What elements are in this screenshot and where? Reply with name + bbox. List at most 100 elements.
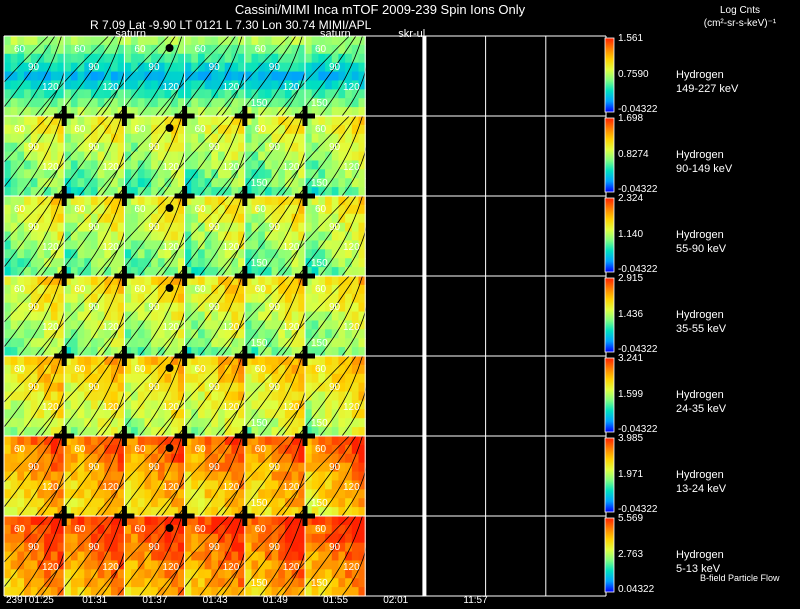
heatmap-pixel <box>331 498 340 508</box>
heatmap-pixel <box>305 53 313 64</box>
contour-label: 60 <box>14 444 26 455</box>
heatmap-pixel <box>24 196 32 206</box>
contour-label: 150 <box>250 578 268 589</box>
heatmap-pixel <box>131 71 139 82</box>
heatmap-pixel <box>104 356 112 366</box>
heatmap-pixel <box>197 293 206 304</box>
heatmap-pixel <box>10 240 18 250</box>
heatmap-pixel <box>244 560 253 570</box>
heatmap-pixel <box>4 124 12 135</box>
heatmap-pixel <box>104 36 112 46</box>
heatmap-pixel <box>224 293 233 304</box>
heatmap-pixel <box>44 516 52 526</box>
heatmap-pixel <box>284 116 293 126</box>
contour-label: 90 <box>148 222 160 233</box>
heatmap-pixel <box>351 107 360 117</box>
heatmap-pixel <box>258 373 266 384</box>
heatmap-pixel <box>191 391 199 402</box>
heatmap-pixel <box>184 44 192 55</box>
heatmap-pixel <box>4 53 12 64</box>
heatmap-pixel <box>258 471 266 482</box>
heatmap-pixel <box>231 382 239 393</box>
heatmap-pixel <box>84 98 92 108</box>
heatmap-pixel <box>30 240 39 250</box>
heatmap-pixel <box>104 196 112 206</box>
heatmap-pixel <box>331 258 340 268</box>
heatmap-pixel <box>24 480 32 490</box>
heatmap-pixel <box>10 551 18 562</box>
heatmap-pixel <box>144 498 152 508</box>
heatmap-pixel <box>64 160 72 170</box>
heatmap-pixel <box>305 533 313 544</box>
heatmap-pixel <box>305 231 313 242</box>
heatmap-pixel <box>70 400 79 410</box>
heatmap-pixel <box>70 338 79 348</box>
heatmap-pixel <box>325 444 333 455</box>
heatmap-pixel <box>4 89 12 99</box>
heatmap-pixel <box>17 249 25 259</box>
heatmap-pixel <box>90 356 99 366</box>
heatmap-pixel <box>197 231 206 242</box>
heatmap-pixel <box>124 80 132 90</box>
heatmap-pixel <box>338 507 346 517</box>
heatmap-pixel <box>131 480 139 490</box>
heatmap-pixel <box>70 178 79 188</box>
heatmap-pixel <box>197 338 206 348</box>
heatmap-pixel <box>124 471 132 482</box>
heatmap-pixel <box>70 480 79 490</box>
heatmap-pixel <box>24 258 32 268</box>
heatmap-pixel <box>338 338 346 348</box>
heatmap-pixel <box>90 427 99 437</box>
heatmap-pixel <box>124 133 132 144</box>
heatmap-pixel <box>331 116 340 126</box>
heatmap-pixel <box>124 391 132 402</box>
heatmap-pixel <box>30 107 39 117</box>
heatmap-pixel <box>311 71 319 82</box>
heatmap-pixel <box>331 480 340 490</box>
heatmap-pixel <box>184 284 192 295</box>
heatmap-pixel <box>90 107 99 117</box>
heatmap-pixel <box>10 427 18 437</box>
heatmap-pixel <box>191 453 199 464</box>
frame-label-saturn: saturn <box>320 28 351 40</box>
heatmap-pixel <box>184 231 192 242</box>
heatmap-pixel <box>184 302 192 313</box>
heatmap-pixel <box>191 533 199 544</box>
heatmap-pixel <box>4 196 12 206</box>
heatmap-pixel <box>271 107 279 117</box>
heatmap-pixel <box>204 560 212 570</box>
heatmap-pixel <box>70 80 79 90</box>
heatmap-pixel <box>137 71 146 82</box>
footer-note: B-field Particle Flow <box>700 573 780 583</box>
heatmap-pixel <box>271 507 279 517</box>
heatmap-pixel <box>151 320 159 330</box>
heatmap-pixel <box>325 284 333 295</box>
heatmap-pixel <box>231 587 239 597</box>
heatmap-pixel <box>30 258 39 268</box>
heatmap-pixel <box>318 53 326 64</box>
heatmap-pixel <box>111 142 119 153</box>
heatmap-pixel <box>77 71 85 82</box>
heatmap-pixel <box>345 436 353 446</box>
heatmap-pixel <box>345 187 353 197</box>
contour-label: 90 <box>329 542 341 553</box>
heatmap-pixel <box>171 391 179 402</box>
heatmap-pixel <box>131 338 139 348</box>
heatmap-pixel <box>345 427 353 437</box>
heatmap-pixel <box>258 311 266 322</box>
heatmap-pixel <box>184 560 192 570</box>
heatmap-pixel <box>224 533 233 544</box>
heatmap-pixel <box>224 453 233 464</box>
heatmap-pixel <box>4 276 12 286</box>
heatmap-pixel <box>84 444 92 455</box>
heatmap-pixel <box>338 267 346 277</box>
heatmap-pixel <box>4 400 12 410</box>
contour-label: 120 <box>222 322 240 333</box>
heatmap-pixel <box>231 62 239 73</box>
heatmap-pixel <box>30 160 39 170</box>
contour-label: 90 <box>208 462 220 473</box>
heatmap-pixel <box>197 178 206 188</box>
heatmap-pixel <box>124 569 132 579</box>
heatmap-pixel <box>244 533 253 544</box>
heatmap-pixel <box>284 516 293 526</box>
